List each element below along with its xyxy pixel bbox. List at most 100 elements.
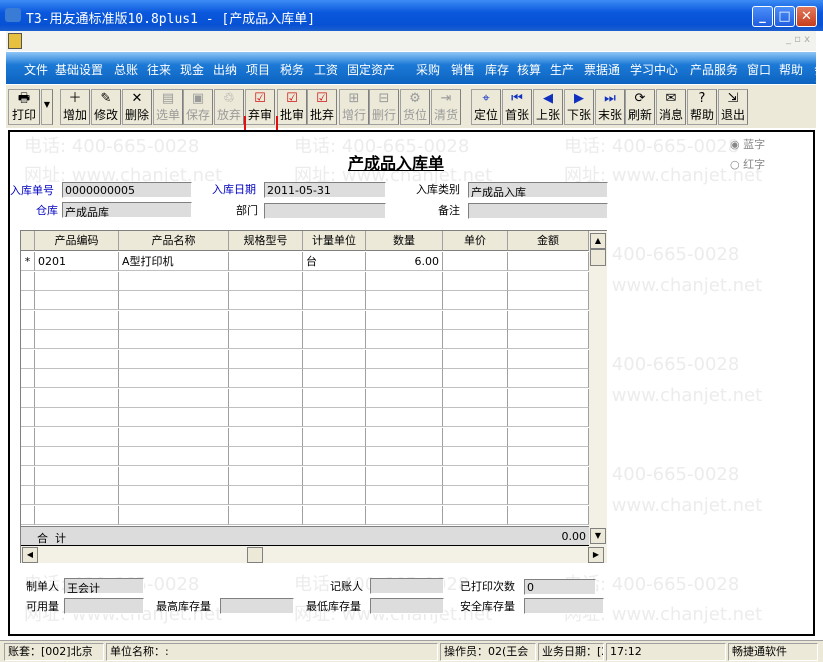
grid-cell[interactable] — [229, 369, 303, 388]
toolbar-button-23[interactable]: ⇲ 退出 — [718, 89, 748, 125]
scroll-down-button[interactable]: ▼ — [590, 528, 606, 544]
grid-cell[interactable] — [229, 505, 303, 525]
remark-field[interactable] — [468, 203, 608, 219]
maximize-button[interactable]: □ — [774, 6, 795, 27]
grid-cell[interactable] — [119, 447, 229, 466]
grid-cell[interactable] — [366, 466, 443, 486]
menu-item[interactable]: 现金 — [180, 61, 204, 78]
grid-cell[interactable] — [35, 505, 119, 525]
table-row[interactable] — [21, 271, 589, 292]
grid-cell[interactable] — [303, 291, 366, 310]
grid-cell[interactable] — [119, 291, 229, 310]
toolbar-button-6[interactable]: ▣ 保存 — [183, 89, 213, 125]
column-header[interactable]: 计量单位 — [303, 231, 366, 251]
grid-cell[interactable] — [443, 349, 508, 369]
grid-cell[interactable] — [508, 291, 589, 310]
table-row[interactable] — [21, 291, 589, 311]
grid-cell[interactable]: 台 — [303, 252, 366, 271]
grid-cell[interactable] — [366, 447, 443, 466]
grid-cell[interactable] — [366, 310, 443, 330]
menu-item[interactable]: 项目 — [246, 61, 270, 78]
toolbar-button-4[interactable]: ✕ 删除 — [122, 89, 152, 125]
document-icon[interactable] — [8, 33, 22, 49]
close-button[interactable]: ✕ — [796, 6, 817, 27]
maker-field[interactable]: 王会计 — [64, 578, 144, 594]
table-row[interactable] — [21, 310, 589, 331]
grid-cell[interactable] — [35, 291, 119, 310]
grid-cell[interactable] — [366, 349, 443, 369]
minimize-button[interactable]: _ — [752, 6, 773, 27]
table-row[interactable] — [21, 466, 589, 487]
grid-cell[interactable] — [508, 427, 589, 447]
grid-cell[interactable] — [119, 310, 229, 330]
grid-cell[interactable] — [35, 466, 119, 486]
menu-item[interactable]: 税务 — [280, 61, 304, 78]
grid-cell[interactable] — [229, 486, 303, 505]
safe-stock-field[interactable] — [524, 598, 604, 614]
grid-cell[interactable] — [229, 330, 303, 349]
toolbar-button-21[interactable]: ✉ 消息 — [656, 89, 686, 125]
radio-red[interactable]: ○ 红字 — [730, 156, 765, 172]
grid-cell[interactable] — [443, 486, 508, 505]
toolbar-button-11[interactable]: ⊞ 增行 — [339, 89, 369, 125]
grid-cell[interactable] — [303, 310, 366, 330]
column-header[interactable]: 规格型号 — [229, 231, 303, 251]
grid-cell[interactable] — [443, 388, 508, 408]
toolbar-button-2[interactable]: ＋ 增加 — [60, 89, 90, 125]
grid-cell[interactable] — [366, 408, 443, 427]
toolbar-button-17[interactable]: ◀ 上张 — [533, 89, 563, 125]
grid-cell[interactable] — [443, 447, 508, 466]
grid-cell[interactable] — [508, 505, 589, 525]
grid-cell[interactable] — [508, 466, 589, 486]
grid-cell[interactable]: 6.00 — [366, 252, 443, 271]
table-row[interactable] — [21, 388, 589, 409]
grid-cell[interactable] — [443, 408, 508, 427]
type-field[interactable]: 产成品入库 — [468, 182, 608, 198]
grid-cell[interactable] — [229, 271, 303, 291]
grid-cell[interactable] — [229, 447, 303, 466]
menu-item[interactable]: 基础设置 — [55, 61, 103, 78]
grid-cell[interactable] — [229, 427, 303, 447]
warehouse-field[interactable]: 产成品库 — [62, 202, 192, 218]
max-stock-field[interactable] — [220, 598, 294, 614]
grid-cell[interactable] — [303, 505, 366, 525]
grid-cell[interactable] — [303, 486, 366, 505]
grid-cell[interactable] — [119, 388, 229, 408]
grid-cell[interactable] — [119, 486, 229, 505]
scroll-up-button[interactable]: ▲ — [590, 233, 606, 249]
toolbar-button-8[interactable]: ☑ 弃审 — [245, 89, 275, 125]
menu-item[interactable]: 工资 — [314, 61, 338, 78]
menu-item[interactable]: 票据通 — [584, 61, 620, 78]
grid-cell[interactable] — [443, 330, 508, 349]
menu-item[interactable]: 往来 — [147, 61, 171, 78]
grid-cell[interactable] — [303, 369, 366, 388]
grid-cell[interactable] — [366, 271, 443, 291]
grid-cell[interactable] — [229, 291, 303, 310]
grid-cell[interactable] — [229, 349, 303, 369]
menu-item[interactable]: 库存 — [485, 61, 509, 78]
column-header[interactable]: 产品名称 — [119, 231, 229, 251]
column-header[interactable]: 单价 — [443, 231, 508, 251]
toolbar-button-18[interactable]: ▶ 下张 — [564, 89, 594, 125]
grid-cell[interactable] — [35, 388, 119, 408]
grid-cell[interactable] — [508, 310, 589, 330]
min-stock-field[interactable] — [370, 598, 444, 614]
grid-cell[interactable] — [303, 408, 366, 427]
menu-item[interactable]: 帮助 — [779, 61, 803, 78]
grid-cell[interactable] — [119, 408, 229, 427]
grid-cell[interactable] — [303, 271, 366, 291]
grid-cell[interactable] — [508, 408, 589, 427]
column-header[interactable]: 金额 — [508, 231, 589, 251]
toolbar-button-15[interactable]: ⌖ 定位 — [471, 89, 501, 125]
toolbar-button-13[interactable]: ⚙ 货位 — [400, 89, 430, 125]
grid-cell[interactable] — [35, 427, 119, 447]
date-field[interactable]: 2011-05-31 — [264, 182, 386, 198]
grid-cell[interactable] — [508, 252, 589, 271]
toolbar-button-22[interactable]: ? 帮助 — [687, 89, 717, 125]
menu-item[interactable]: 固定资产 — [347, 61, 395, 78]
scroll-left-button[interactable]: ◀ — [22, 547, 38, 563]
grid-cell[interactable] — [366, 505, 443, 525]
grid-cell[interactable] — [119, 330, 229, 349]
toolbar-button-20[interactable]: ⟳ 刷新 — [625, 89, 655, 125]
table-row[interactable] — [21, 505, 589, 526]
